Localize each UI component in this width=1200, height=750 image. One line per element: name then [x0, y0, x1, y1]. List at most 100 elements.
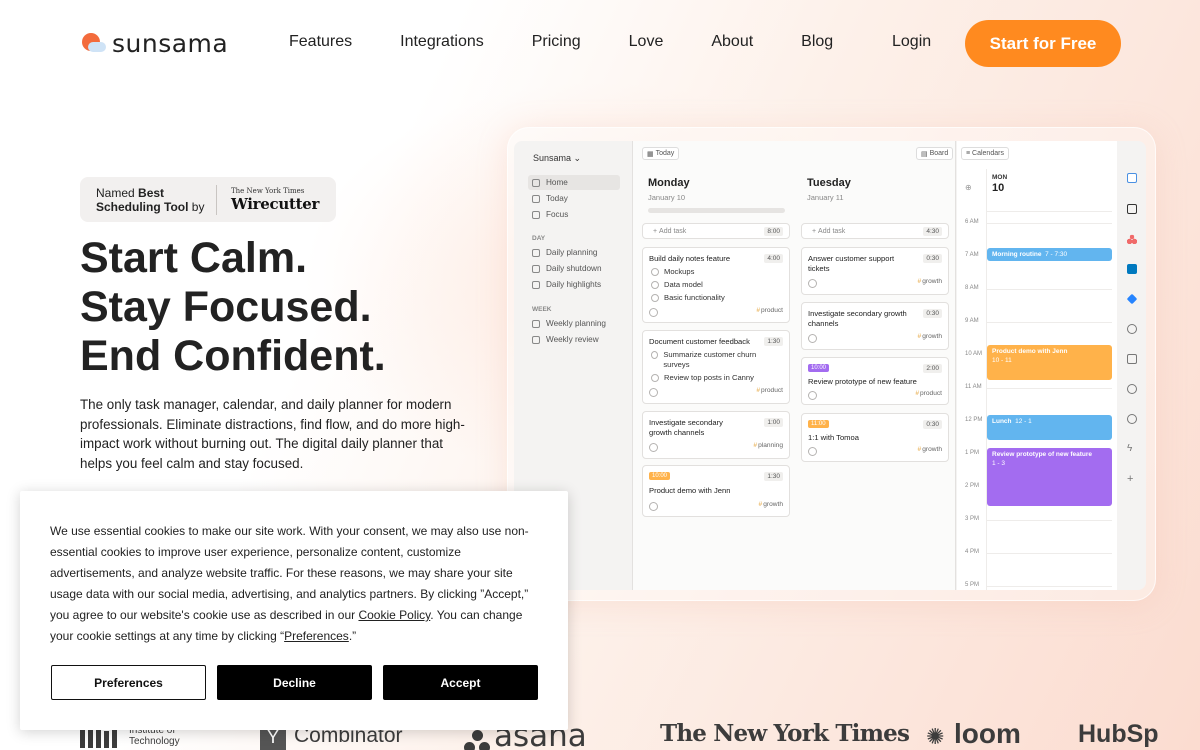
sidebar-item-daily-shutdown: Daily shutdown: [528, 261, 620, 276]
calendar-event: Review prototype of new feature 1 - 3: [987, 448, 1112, 506]
monday-add-task: + Add task 8:00: [642, 223, 790, 239]
sidebar-item-daily-planning: Daily planning: [528, 245, 620, 260]
calendar-hour-label: 3 PM: [965, 516, 980, 522]
decline-button[interactable]: Decline: [217, 665, 372, 700]
sidebar-item-daily-highlights: Daily highlights: [528, 277, 620, 292]
loom-logo: loom: [954, 718, 1021, 749]
bolt-icon: ϟ: [1127, 443, 1133, 454]
calendar-icon: [532, 264, 540, 273]
monday-title: Monday: [648, 177, 690, 189]
calendar-hour-label: 8 AM: [965, 285, 979, 291]
app-preview: Sunsama ⌄ Home Today Focus DAY Daily pla…: [514, 141, 1146, 590]
nav-link-pricing[interactable]: Pricing: [532, 33, 581, 51]
cal-day-label: MON: [992, 174, 1008, 181]
search-icon: [1127, 414, 1137, 424]
task-card: Answer customer support tickets 0:30 #gro…: [801, 247, 949, 295]
sidebar-item-weekly-planning: Weekly planning: [528, 316, 620, 331]
plus-icon: +: [1127, 473, 1134, 485]
monday-date: January 10: [648, 193, 686, 202]
headline-line-3: End Confident.: [80, 332, 386, 380]
accept-button[interactable]: Accept: [383, 665, 538, 700]
archive-icon: [1127, 354, 1137, 364]
sunsama-logo[interactable]: sunsama: [80, 28, 228, 58]
calendar-event: Lunch 12 - 1: [987, 415, 1112, 440]
preferences-button[interactable]: Preferences: [51, 665, 206, 700]
calendar-hour-label: 6 AM: [965, 219, 979, 225]
settings-icon: [1127, 384, 1137, 394]
loom-logo-icon: ✺: [926, 724, 945, 749]
task-card: 10:00 Product demo with Jenn 1:30 #growth: [642, 465, 790, 517]
sidebar-item-home: Home: [528, 175, 620, 190]
hero-subtext: The only task manager, calendar, and dai…: [80, 397, 465, 471]
section-day: DAY: [532, 235, 546, 242]
calendar-hour-line: [986, 289, 1112, 290]
award-divider: [216, 184, 217, 215]
task-card: Investigate secondary growth channels 1:0…: [642, 411, 790, 459]
cal-day-number: 10: [992, 182, 1005, 194]
trello-icon: [1127, 264, 1137, 274]
notion-icon: [1127, 204, 1137, 214]
calendar-icon: [532, 335, 540, 344]
hubspot-logo: HubSp: [1078, 720, 1159, 748]
calendar-event: Morning routine 7 - 7:30: [987, 248, 1112, 261]
list-icon: [532, 194, 540, 203]
task-card: Document customer feedback 1:30 Summarize…: [642, 330, 790, 404]
sun-cloud-icon: [80, 31, 108, 55]
nav-link-about[interactable]: About: [711, 33, 753, 51]
calendar-day-view: ≡ Calendars ⊕ MON 10 6 AM 7 AM 8 AM 9 AM 10 …: [957, 141, 1117, 590]
calendar-hour-line: [986, 586, 1112, 587]
calendar-hour-line: [986, 553, 1112, 554]
jira-icon: [1126, 293, 1138, 305]
nav-link-love[interactable]: Love: [629, 33, 664, 51]
login-link[interactable]: Login: [892, 33, 931, 51]
workspace-name: Sunsama ⌄: [533, 153, 582, 163]
task-card: Investigate secondary growth channels 0:3…: [801, 302, 949, 350]
sidebar-item-focus: Focus: [528, 207, 620, 222]
home-icon: [532, 178, 540, 187]
headline-line-2: Stay Focused.: [80, 283, 372, 331]
nyt-logo: The New York Times: [660, 720, 910, 747]
cookie-policy-link[interactable]: Cookie Policy: [358, 608, 430, 622]
calendar-hour-label: 1 PM: [965, 450, 980, 456]
logo-text: sunsama: [112, 28, 229, 58]
calendar-hour-label: 11 AM: [965, 384, 982, 390]
pencil-icon: [532, 280, 540, 289]
asana-logo-icon: [464, 730, 492, 750]
nav-link-blog[interactable]: Blog: [801, 33, 833, 51]
calendar-hour-label: 12 PM: [965, 417, 983, 423]
top-nav: sunsama Features Integrations Pricing Lo…: [0, 0, 1200, 86]
section-week: WEEK: [532, 306, 552, 313]
start-for-free-button[interactable]: Start for Free: [965, 20, 1121, 67]
sidebar-item-weekly-review: Weekly review: [528, 332, 620, 347]
calendar-hour-label: 5 PM: [965, 582, 980, 588]
preferences-link[interactable]: Preferences: [284, 629, 349, 643]
calendar-icon: [532, 319, 540, 328]
calendar-hour-line: [986, 520, 1112, 521]
asana-icon: [1127, 234, 1137, 244]
integrations-rail: ϟ +: [1120, 141, 1146, 590]
app-main: ▦ Today ▤ Board Monday January 10 + Add …: [632, 141, 956, 590]
monday-progress: [648, 208, 785, 213]
zoom-icon: ⊕: [965, 183, 972, 192]
award-text: Named Best Scheduling Tool by: [96, 185, 205, 214]
calendar-hour-label: 4 PM: [965, 549, 980, 555]
tuesday-add-task: + Add task 4:30: [801, 223, 949, 239]
tuesday-date: January 11: [807, 193, 844, 202]
nav-links: Features Integrations Pricing Love About…: [289, 33, 881, 51]
task-card: 11:00 1:1 with Tomoa 0:30 #growth: [801, 413, 949, 462]
nav-link-integrations[interactable]: Integrations: [400, 33, 484, 51]
calendars-chip: ≡ Calendars: [961, 147, 1009, 160]
wirecutter-logo: The New York Times Wirecutter: [231, 186, 320, 213]
google-calendar-icon: [1127, 173, 1137, 183]
headline-line-1: Start Calm.: [80, 234, 308, 282]
github-icon: [1127, 324, 1137, 334]
focus-icon: [532, 210, 540, 219]
calendar-icon: [532, 248, 540, 257]
sidebar-item-today: Today: [528, 191, 620, 206]
calendar-panel: ≡ Calendars ⊕ MON 10 6 AM 7 AM 8 AM 9 AM 10 …: [957, 141, 1146, 590]
award-badge: Named Best Scheduling Tool by The New Yo…: [80, 177, 336, 222]
task-card: 10:00 Review prototype of new feature 2:0…: [801, 357, 949, 405]
calendar-hour-line: [986, 223, 1112, 224]
nav-link-features[interactable]: Features: [289, 33, 352, 51]
board-chip: ▤ Board: [916, 147, 954, 160]
